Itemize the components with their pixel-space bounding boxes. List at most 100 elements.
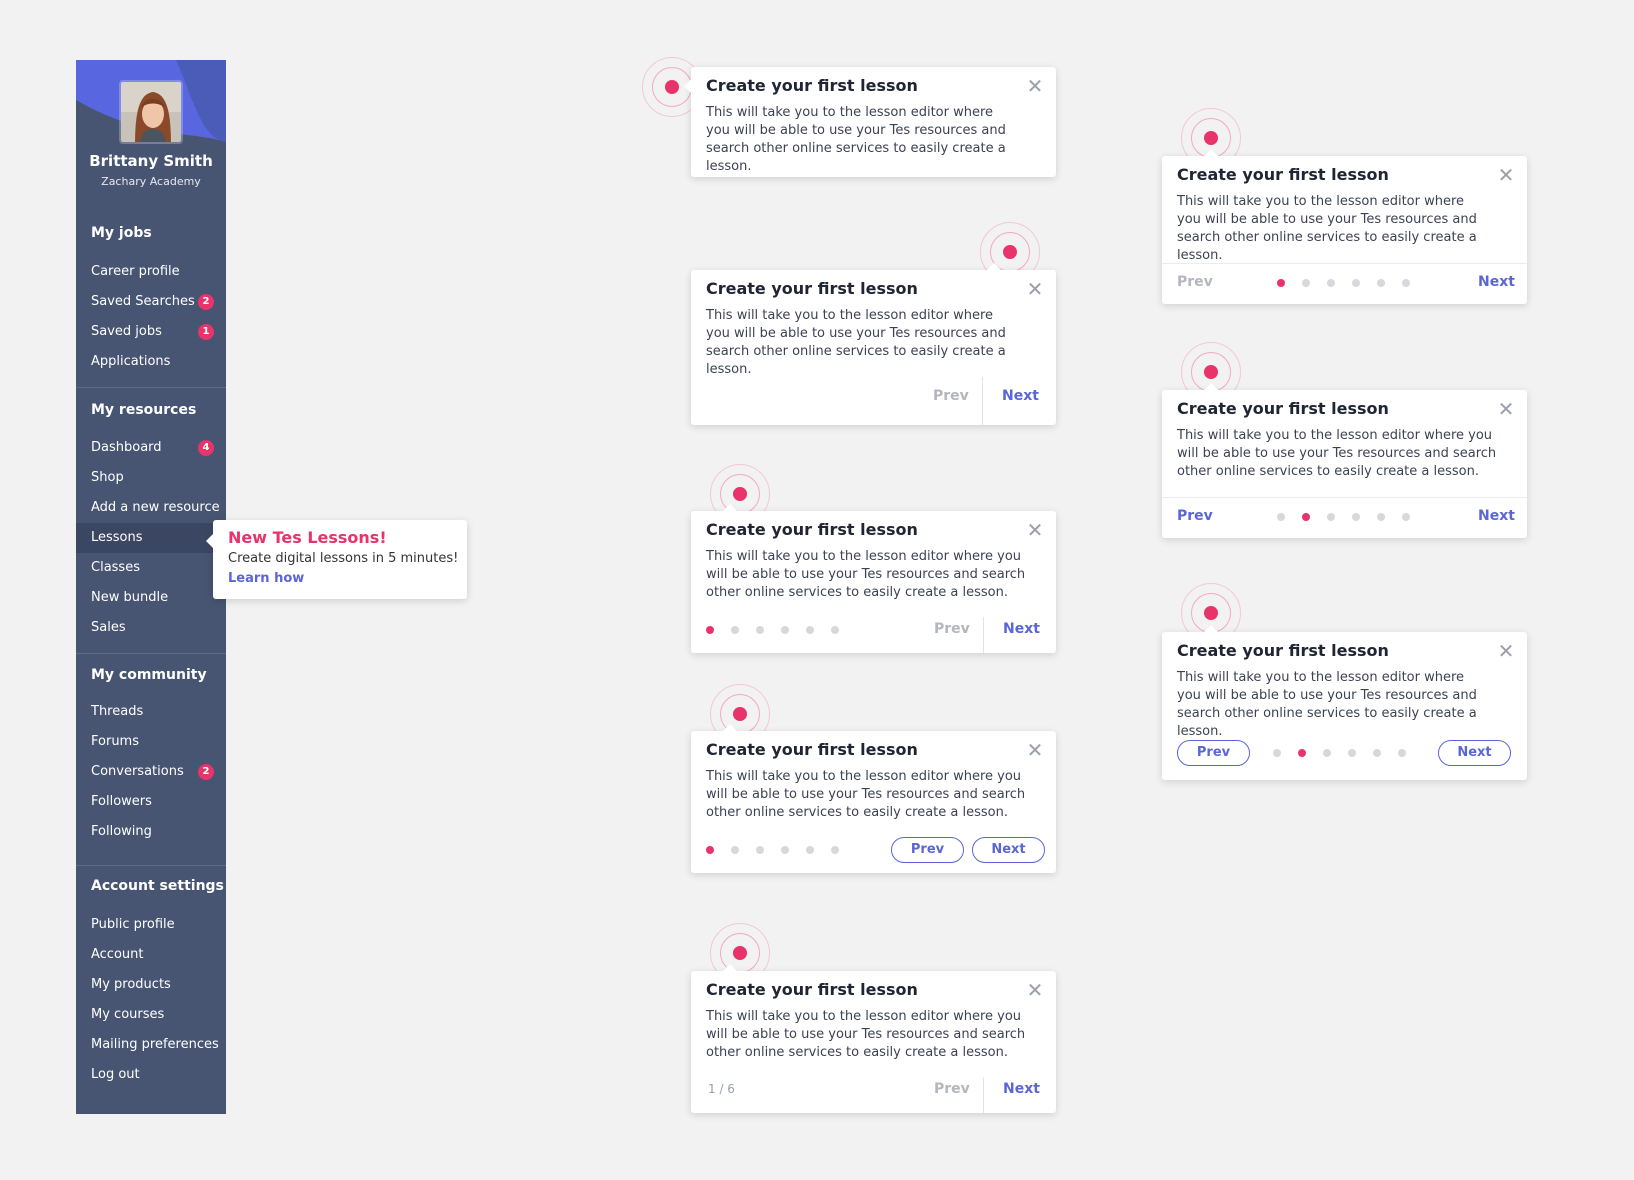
card-body: This will take you to the lesson editor … [706,549,1026,600]
next-button[interactable]: Next [972,837,1045,863]
sidebar-item-log-out[interactable]: Log out [76,1060,226,1090]
sidebar-item-forums[interactable]: Forums [76,727,226,757]
sidebar-item-label: Career profile [91,264,180,279]
sidebar-item-add-resource[interactable]: Add a new resource [76,493,226,523]
close-icon[interactable]: ✕ [1026,740,1044,760]
sidebar-item-label: Public profile [91,917,175,932]
close-icon[interactable]: ✕ [1026,980,1044,1000]
close-icon[interactable]: ✕ [1497,399,1515,419]
sidebar-item-label: Add a new resource [91,500,220,515]
sidebar-item-label: Saved jobs [91,324,162,339]
learn-how-link[interactable]: Learn how [228,571,304,586]
sidebar-item-account[interactable]: Account [76,940,226,970]
close-icon[interactable]: ✕ [1026,520,1044,540]
sidebar-item-dashboard[interactable]: Dashboard 4 [76,433,226,463]
promo-text: Create digital lessons in 5 minutes! [228,551,459,566]
card-title: Create your first lesson [1177,399,1389,418]
sidebar-item-label: Threads [91,704,144,719]
card-title: Create your first lesson [706,980,918,999]
promo-title: New Tes Lessons! [228,528,387,547]
prev-button[interactable]: Prev [934,621,970,637]
close-icon[interactable]: ✕ [1026,279,1044,299]
next-button[interactable]: Next [1003,1081,1040,1097]
card-title: Create your first lesson [706,76,918,95]
next-button[interactable]: Next [1003,621,1040,637]
sidebar-item-label: Saved Searches [91,294,195,309]
sidebar-item-mailing-preferences[interactable]: Mailing preferences [76,1030,226,1060]
card-title: Create your first lesson [706,279,918,298]
sidebar-item-conversations[interactable]: Conversations 2 [76,757,226,787]
close-icon[interactable]: ✕ [1497,641,1515,661]
sidebar-item-applications[interactable]: Applications [76,347,226,377]
sidebar-item-label: Conversations [91,764,184,779]
prev-button[interactable]: Prev [933,388,969,404]
sidebar-item-saved-searches[interactable]: Saved Searches 2 [76,287,226,317]
divider [983,1077,984,1113]
sidebar-item-my-courses[interactable]: My courses [76,1000,226,1030]
sidebar-item-label: Following [91,824,152,839]
divider [982,377,983,425]
count-badge: 2 [198,294,214,310]
prev-button[interactable]: Prev [1177,740,1250,766]
tour-card-basic: Create your first lesson ✕ This will tak… [684,67,1056,177]
prev-button[interactable]: Prev [891,837,964,863]
step-counter: 1 / 6 [708,1082,735,1096]
sidebar-item-label: Account [91,947,144,962]
sidebar-item-sales[interactable]: Sales [76,613,226,643]
tour-card-counter: Create your first lesson ✕ This will tak… [691,964,1056,1113]
section-title-account-settings: Account settings [91,878,224,894]
sidebar-item-label: My products [91,977,171,992]
tour-card-centered-dots-step2: Create your first lesson ✕ This will tak… [1162,383,1527,538]
tour-card-pills: Create your first lesson ✕ This will tak… [691,724,1056,873]
sidebar-item-label: Followers [91,794,152,809]
avatar[interactable] [119,80,183,144]
divider [1162,263,1527,264]
card-body: This will take you to the lesson editor … [706,1009,1026,1060]
sidebar-item-career-profile[interactable]: Career profile [76,257,226,287]
tour-card-centered-dots: Create your first lesson ✕ This will tak… [1162,149,1527,304]
prev-button[interactable]: Prev [1177,508,1213,524]
sidebar-item-label: Lessons [91,530,143,545]
next-button[interactable]: Next [1438,740,1511,766]
count-badge: 1 [198,324,214,340]
sidebar-item-label: Forums [91,734,139,749]
card-body: This will take you to the lesson editor … [706,105,1006,174]
sidebar-item-new-bundle[interactable]: New bundle [76,583,226,613]
sidebar-item-public-profile[interactable]: Public profile [76,910,226,940]
sidebar-item-label: Log out [91,1067,140,1082]
sidebar-item-label: Mailing preferences [91,1037,219,1052]
card-body: This will take you to the lesson editor … [1177,194,1477,263]
divider [983,617,984,653]
prev-button[interactable]: Prev [1177,274,1213,290]
tour-card-prev-next: .c2:before{left:312px} Create your first… [691,263,1056,425]
divider [76,387,226,388]
lessons-promo-popover: New Tes Lessons! Create digital lessons … [206,520,467,599]
user-school: Zachary Academy [101,175,201,188]
next-button[interactable]: Next [1478,508,1515,524]
sidebar-item-followers[interactable]: Followers [76,787,226,817]
close-icon[interactable]: ✕ [1497,165,1515,185]
card-title: Create your first lesson [1177,165,1389,184]
sidebar-item-label: Dashboard [91,440,162,455]
sidebar-item-saved-jobs[interactable]: Saved jobs 1 [76,317,226,347]
card-title: Create your first lesson [706,740,918,759]
sidebar-item-my-products[interactable]: My products [76,970,226,1000]
sidebar-item-lessons[interactable]: Lessons [76,523,226,553]
sidebar-item-shop[interactable]: Shop [76,463,226,493]
sidebar-item-threads[interactable]: Threads [76,697,226,727]
next-button[interactable]: Next [1002,388,1039,404]
card-body: This will take you to the lesson editor … [1177,428,1497,479]
next-button[interactable]: Next [1478,274,1515,290]
close-icon[interactable]: ✕ [1026,76,1044,96]
prev-button[interactable]: Prev [934,1081,970,1097]
count-badge: 2 [198,764,214,780]
sidebar-item-following[interactable]: Following [76,817,226,847]
sidebar-item-classes[interactable]: Classes [76,553,226,583]
card-body: This will take you to the lesson editor … [1177,670,1477,739]
card-body: This will take you to the lesson editor … [706,769,1026,820]
section-title-my-jobs: My jobs [91,225,152,241]
divider [76,865,226,866]
tour-card-dots: Create your first lesson ✕ This will tak… [691,504,1056,653]
count-badge: 4 [198,440,214,456]
card-title: Create your first lesson [706,520,918,539]
